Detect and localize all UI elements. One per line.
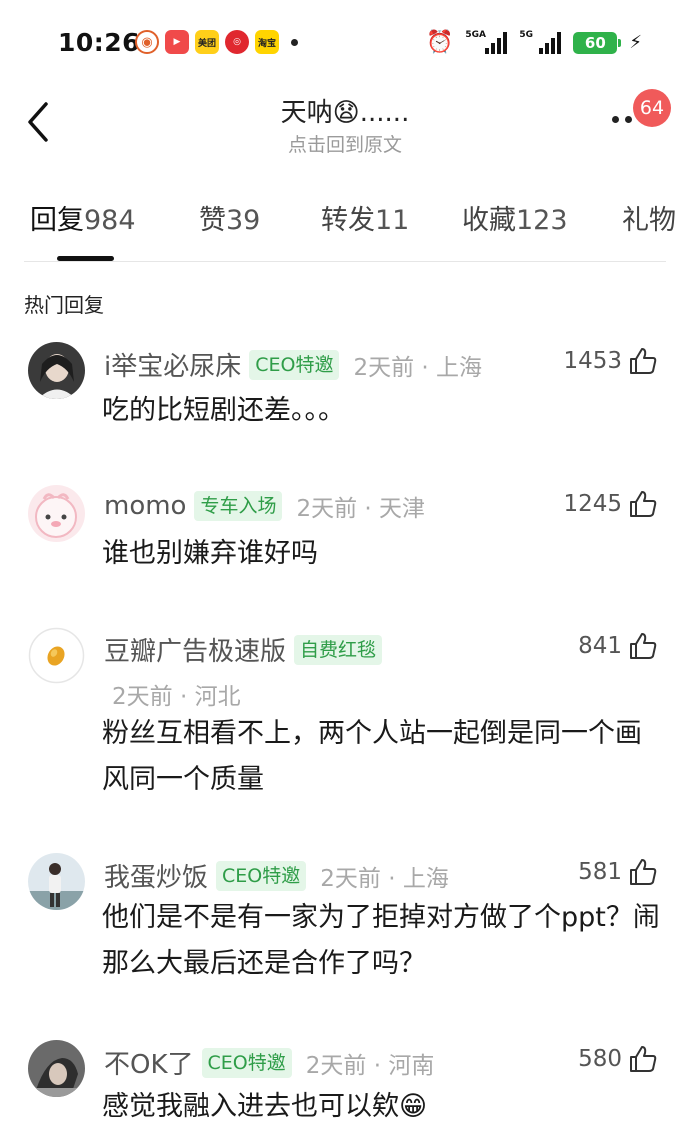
tab-likes[interactable]: 赞39: [199, 198, 260, 237]
user-tag: CEO特邀: [249, 349, 340, 380]
avatar[interactable]: [28, 1040, 85, 1097]
signal-label: 5G: [519, 29, 534, 40]
comment-header: 豆瓣广告极速版 自费红毯: [104, 631, 383, 668]
like-count: 841: [578, 633, 622, 659]
comment-text: 吃的比短剧还差。。。: [102, 395, 345, 426]
comment-header: momo 专车入场 2天前 · 天津: [104, 489, 425, 523]
notification-badge: 64: [633, 89, 671, 127]
like-count: 1245: [563, 491, 622, 517]
user-tag: CEO特邀: [216, 860, 307, 891]
battery-level: 60: [584, 33, 606, 52]
comment-meta: 2天前 · 河南: [305, 1052, 435, 1079]
more-notifications-icon: [291, 38, 298, 46]
like-button[interactable]: 1453: [563, 346, 658, 376]
section-title: 热门回复: [24, 293, 104, 317]
thumbs-up-icon: [630, 491, 657, 517]
tab-replies[interactable]: 回复984: [30, 198, 136, 237]
more-options-icon[interactable]: [612, 116, 632, 123]
comment-meta: 2天前 · 河北: [112, 684, 241, 710]
thumbs-up-icon: [630, 1046, 657, 1072]
notification-icons: ◉ ▶ 美团 ◎ 淘宝: [135, 30, 298, 54]
avatar[interactable]: [28, 627, 85, 684]
comment-meta: 2天前 · 天津: [296, 496, 426, 522]
username[interactable]: 不OK了: [104, 1044, 194, 1081]
like-count: 580: [578, 1046, 622, 1072]
username[interactable]: 豆瓣广告极速版: [104, 631, 286, 668]
avatar[interactable]: [28, 342, 85, 399]
avatar[interactable]: [28, 853, 85, 910]
thumbs-up-icon: [630, 348, 657, 374]
like-button[interactable]: 1245: [563, 489, 658, 519]
taobao-icon: 淘宝: [255, 30, 279, 54]
tab-bar: 回复984 赞39 转发11 收藏123 礼物: [0, 198, 690, 260]
battery-icon: 60: [573, 31, 622, 54]
avatar[interactable]: [28, 485, 85, 542]
comment-meta: 2天前 · 上海: [320, 865, 449, 892]
comment-header: 我蛋炒饭 CEO特邀 2天前 · 上海: [104, 857, 449, 894]
user-tag: 自费红毯: [294, 634, 383, 665]
meituan-icon: 美团: [195, 30, 219, 54]
signal-label: 5GA: [465, 29, 486, 40]
like-button[interactable]: 581: [578, 857, 658, 887]
username[interactable]: 我蛋炒饭: [104, 857, 208, 894]
username[interactable]: i举宝必尿床: [104, 346, 241, 383]
thumbs-up-icon: [630, 859, 657, 885]
like-count: 581: [578, 859, 622, 885]
like-button[interactable]: 841: [578, 631, 658, 661]
thumbs-up-icon: [630, 633, 657, 659]
divider: [24, 261, 666, 262]
username[interactable]: momo: [104, 491, 186, 521]
signal-icon: 5G: [519, 29, 562, 54]
charging-icon: ⚡: [629, 32, 642, 53]
comment-text: 谁也别嫌弃谁好吗: [102, 538, 318, 569]
tab-favorites[interactable]: 收藏123: [462, 198, 568, 237]
like-button[interactable]: 580: [578, 1044, 658, 1074]
system-icons: ⏰ 5GA 5G 60 ⚡: [425, 29, 642, 56]
comment-text: 感觉我融入进去也可以欸😁: [102, 1091, 428, 1122]
alarm-icon: ⏰: [425, 30, 454, 55]
comment-header: 不OK了 CEO特邀 2天前 · 河南: [104, 1044, 434, 1081]
signal-icon: 5GA: [465, 29, 508, 54]
clock: 10:26: [58, 28, 141, 57]
page-title[interactable]: 天呐😧......: [0, 92, 690, 129]
comment-text: 粉丝互相看不上，两个人站一起倒是同一个画风同一个质量: [102, 718, 642, 795]
bank-icon: ◎: [225, 30, 249, 54]
user-tag: CEO特邀: [201, 1047, 292, 1078]
weibo-icon: ◉: [135, 30, 159, 54]
video-icon: ▶: [165, 30, 189, 54]
user-tag: 专车入场: [194, 491, 283, 521]
status-bar: 10:26 ◉ ▶ 美团 ◎ 淘宝 ⏰ 5GA 5G 60 ⚡: [0, 0, 690, 88]
comment-header: i举宝必尿床 CEO特邀 2天前 · 上海: [104, 346, 482, 383]
comment-text: 他们是不是有一家为了拒掉对方做了个ppt？闹那么大最后还是合作了吗？: [102, 902, 660, 979]
back-to-original-link[interactable]: 点击回到原文: [0, 130, 690, 157]
like-count: 1453: [563, 348, 622, 374]
tab-gifts[interactable]: 礼物: [622, 198, 690, 237]
comment-meta: 2天前 · 上海: [353, 354, 483, 381]
tab-reposts[interactable]: 转发11: [321, 198, 409, 237]
